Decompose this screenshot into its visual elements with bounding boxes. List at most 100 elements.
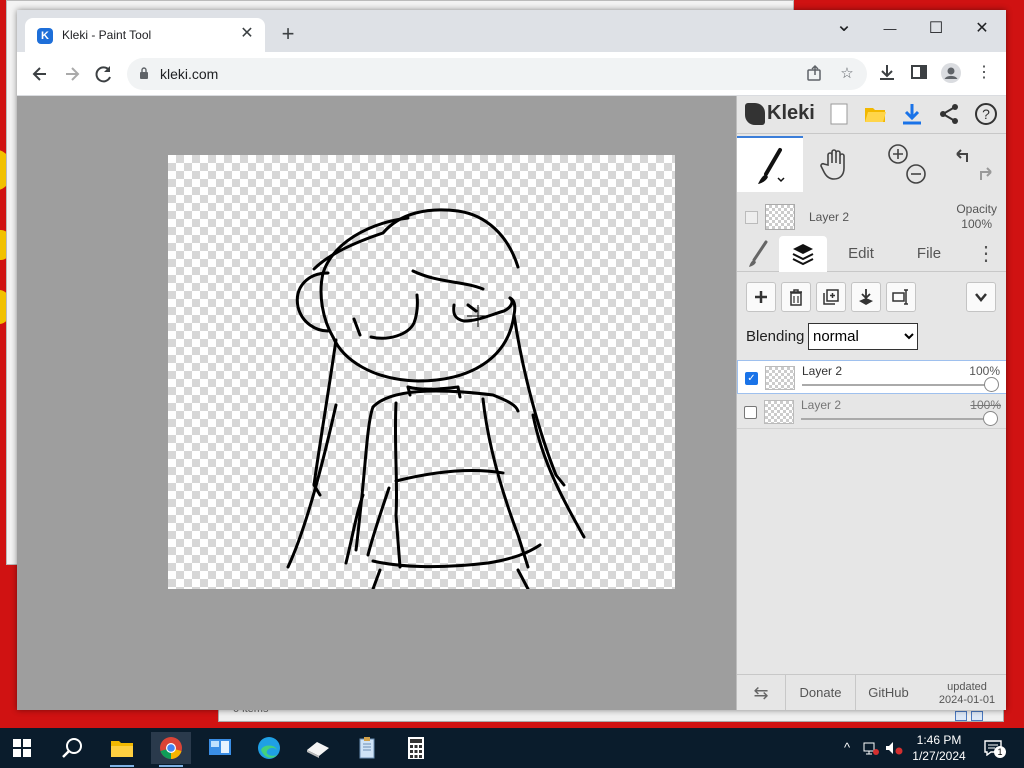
control-panel-icon[interactable]: [200, 732, 240, 764]
calculator-icon[interactable]: [396, 732, 436, 764]
duplicate-layer-button[interactable]: [816, 282, 846, 312]
github-link[interactable]: GitHub: [855, 675, 921, 710]
eye-left-stroke: [369, 293, 419, 340]
tab-search-button[interactable]: ⌄: [821, 10, 867, 40]
minimize-button[interactable]: —: [867, 14, 913, 44]
help-icon[interactable]: ?: [973, 102, 999, 128]
layer-row[interactable]: Layer 2 100%: [737, 395, 1006, 429]
layer-opacity-slider[interactable]: [802, 384, 992, 386]
tab-edit[interactable]: Edit: [833, 236, 889, 272]
details-view-icon[interactable]: [955, 711, 967, 721]
tab-strip: K Kleki - Paint Tool ✕ + ⌄ — ☐ ✕: [17, 10, 1006, 52]
current-layer-name: Layer 2: [809, 210, 850, 224]
updated-info[interactable]: updated 2024-01-01: [933, 681, 1001, 707]
undo-redo-button[interactable]: [941, 136, 1006, 192]
start-icon[interactable]: [2, 732, 42, 764]
bookmark-star-icon[interactable]: ☆: [837, 64, 857, 84]
tab-layers[interactable]: [779, 236, 827, 272]
tiles-view-icon[interactable]: [971, 711, 983, 721]
panel-footer: ⇆ Donate GitHub updated 2024-01-01: [737, 674, 1006, 710]
leg-left-stroke: [371, 568, 382, 589]
opacity-slider-handle[interactable]: [984, 377, 999, 392]
zoom-tool-button[interactable]: [874, 136, 940, 192]
rename-layer-button[interactable]: [886, 282, 916, 312]
layer-visibility-checkbox[interactable]: [744, 406, 757, 419]
side-panel-icon[interactable]: [908, 62, 930, 84]
add-layer-button[interactable]: [746, 282, 776, 312]
taskbar-clock[interactable]: 1:46 PM 1/27/2024: [904, 732, 974, 764]
leg-right-stroke: [516, 568, 530, 589]
collar-stroke: [406, 385, 460, 391]
layer-name: Layer 2: [802, 364, 843, 378]
kleki-logo[interactable]: Kleki: [745, 102, 815, 128]
eye-right-stroke: [452, 296, 514, 323]
forward-icon[interactable]: [58, 60, 86, 88]
layer-visibility-checkbox[interactable]: ✓: [745, 372, 758, 385]
hand-tool-button[interactable]: [803, 136, 869, 192]
chrome-icon[interactable]: [151, 732, 191, 767]
shoulder-left-stroke: [354, 405, 375, 552]
file-explorer-icon[interactable]: [102, 732, 142, 767]
donate-link[interactable]: Donate: [785, 675, 855, 710]
volume-muted-icon[interactable]: [885, 738, 903, 758]
hair-bun-stroke: [295, 271, 330, 333]
save-download-icon[interactable]: [899, 102, 925, 128]
opacity-label: Opacity: [956, 202, 997, 216]
maximize-button[interactable]: ☐: [913, 14, 959, 44]
profile-icon[interactable]: [940, 62, 962, 84]
hair-right-long: [512, 313, 566, 487]
canvas-workspace[interactable]: [17, 96, 736, 710]
collapse-chevron-down-icon[interactable]: [966, 282, 996, 312]
eraser-app-icon[interactable]: [298, 732, 338, 764]
torso-left-stroke: [393, 401, 402, 569]
address-bar[interactable]: kleki.com ☆: [127, 58, 867, 90]
swap-side-icon[interactable]: ⇆: [737, 675, 785, 710]
brush-tool-button[interactable]: [737, 136, 803, 192]
layer-thumbnail: [765, 204, 795, 230]
skirt-left-stroke: [366, 486, 391, 557]
reload-icon[interactable]: [90, 60, 118, 88]
edge-icon[interactable]: [249, 732, 289, 764]
share-icon[interactable]: [805, 64, 825, 84]
new-tab-button[interactable]: +: [275, 22, 301, 48]
network-icon[interactable]: [862, 738, 880, 758]
merge-down-button[interactable]: [851, 282, 881, 312]
tab-file[interactable]: File: [901, 236, 957, 272]
blending-mode-select[interactable]: normal: [808, 323, 918, 350]
layer-opacity-slider[interactable]: [801, 418, 991, 420]
tab-kleki[interactable]: K Kleki - Paint Tool ✕: [25, 18, 265, 52]
download-icon[interactable]: [876, 62, 898, 84]
eye-right-mark: [466, 303, 478, 313]
layer-row[interactable]: ✓ Layer 2 100%: [737, 360, 1006, 394]
layer-opacity: 100%: [970, 398, 1001, 412]
page-content: Kleki ? Layer 2 Opacity 100% Edit File ⋮…: [17, 96, 1006, 710]
new-image-icon[interactable]: [826, 102, 852, 128]
hair-left-stroke: [319, 216, 410, 339]
back-icon[interactable]: [26, 60, 54, 88]
more-options-icon[interactable]: ⋮: [971, 236, 1001, 272]
opacity-slider-handle[interactable]: [983, 411, 998, 426]
notepad-icon[interactable]: [347, 732, 387, 764]
layer-visible-checkbox[interactable]: [745, 211, 758, 224]
search-icon[interactable]: [52, 732, 92, 764]
clock-time: 1:46 PM: [916, 733, 962, 747]
arm-left-stroke: [344, 493, 365, 565]
clock-date: 1/27/2024: [912, 749, 966, 763]
menu-dots-icon[interactable]: ⋮: [973, 62, 995, 84]
notification-icon[interactable]: 1: [982, 738, 1006, 758]
opacity-value: 100%: [961, 217, 992, 231]
tab-brush[interactable]: [737, 236, 779, 272]
svg-text:?: ?: [982, 106, 990, 122]
layer-thumbnail: [765, 366, 795, 390]
share-icon[interactable]: [936, 102, 962, 128]
chevron-up-icon[interactable]: ^: [838, 738, 856, 758]
close-window-button[interactable]: ✕: [959, 14, 1005, 44]
lock-icon: [140, 67, 148, 79]
tab-close-button[interactable]: ✕: [237, 24, 257, 44]
open-folder-icon[interactable]: [862, 102, 888, 128]
delete-layer-button[interactable]: [781, 282, 811, 312]
browser-toolbar: kleki.com ☆ ⋮: [17, 52, 1006, 96]
drawing-canvas[interactable]: [168, 155, 675, 589]
face-stroke: [331, 296, 517, 383]
tool-row: [737, 136, 1006, 192]
